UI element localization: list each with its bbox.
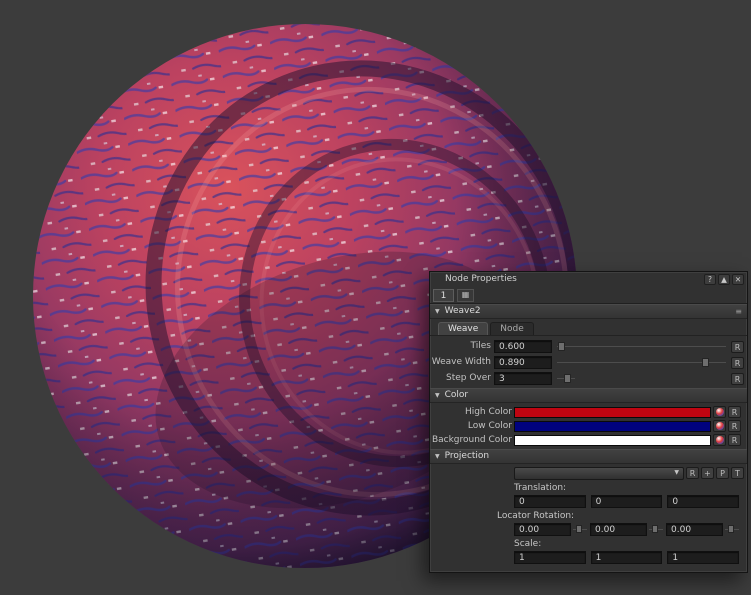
pin-icon[interactable]: ▲ bbox=[718, 274, 730, 285]
weave-width-row: Weave Width 0.890 R bbox=[430, 356, 744, 369]
color-wheel-icon[interactable] bbox=[713, 406, 726, 418]
scale-z-input[interactable]: 1 bbox=[667, 551, 739, 564]
projection-reset-button[interactable]: R bbox=[686, 467, 699, 479]
weave-width-reset-button[interactable]: R bbox=[731, 357, 744, 369]
scale-label-text: Scale: bbox=[514, 540, 541, 549]
color-wheel-glyph bbox=[716, 436, 724, 444]
slider-handle[interactable] bbox=[576, 525, 582, 533]
rotation-y-item: 0.00 bbox=[590, 523, 663, 536]
rotation-z-slider[interactable] bbox=[725, 524, 739, 535]
scale-x-input[interactable]: 1 bbox=[514, 551, 586, 564]
rotation-y-slider[interactable] bbox=[649, 524, 663, 535]
panel-titlebar[interactable]: Node Properties ? ▲ ✕ bbox=[430, 272, 747, 287]
color-wheel-glyph bbox=[716, 422, 724, 430]
slider-handle[interactable] bbox=[558, 342, 565, 351]
step-over-label: Step Over bbox=[430, 374, 491, 383]
background-color-reset-button[interactable]: R bbox=[728, 434, 741, 446]
background-color-swatch[interactable] bbox=[514, 435, 711, 446]
color-wheel-glyph bbox=[716, 408, 724, 416]
projection-dropdown[interactable]: ▼ bbox=[514, 467, 684, 480]
slider-handle[interactable] bbox=[652, 525, 658, 533]
rotation-z-input[interactable]: 0.00 bbox=[666, 523, 723, 536]
color-section-label: Color bbox=[445, 391, 469, 400]
slider-handle[interactable] bbox=[728, 525, 734, 533]
tab-weave[interactable]: Weave bbox=[438, 322, 488, 335]
scale-fields: 1 1 1 bbox=[430, 549, 747, 564]
translation-label-text: Translation: bbox=[514, 484, 566, 493]
panel-tab-1[interactable]: 1 bbox=[433, 289, 454, 302]
step-over-reset-button[interactable]: R bbox=[731, 373, 744, 385]
scale-y-input[interactable]: 1 bbox=[591, 551, 663, 564]
rotation-x-item: 0.00 bbox=[514, 523, 587, 536]
chevron-down-icon: ▼ bbox=[674, 470, 679, 476]
high-color-row: High Color R bbox=[430, 406, 744, 418]
collapse-triangle-icon: ▼ bbox=[435, 309, 440, 315]
help-icon[interactable]: ? bbox=[704, 274, 716, 285]
tiles-slider[interactable] bbox=[555, 340, 728, 353]
translation-z-input[interactable]: 0 bbox=[667, 495, 739, 508]
tiles-input[interactable]: 0.600 bbox=[494, 340, 552, 353]
tiles-row: Tiles 0.600 R bbox=[430, 340, 744, 353]
node-properties-panel: Node Properties ? ▲ ✕ 1 ▦ ▼ Weave2 ≡ Wea… bbox=[429, 271, 748, 573]
app-window: Node Properties ? ▲ ✕ 1 ▦ ▼ Weave2 ≡ Wea… bbox=[0, 0, 751, 595]
locator-rotation-label-text: Locator Rotation: bbox=[497, 512, 574, 521]
rotation-y-input[interactable]: 0.00 bbox=[590, 523, 647, 536]
low-color-reset-button[interactable]: R bbox=[728, 420, 741, 432]
step-over-input[interactable]: 3 bbox=[494, 372, 552, 385]
step-over-row: Step Over 3 R bbox=[430, 372, 744, 385]
locator-rotation-label: Locator Rotation: bbox=[430, 508, 747, 521]
grid-icon: ▦ bbox=[462, 291, 470, 299]
tiles-reset-button[interactable]: R bbox=[731, 341, 744, 353]
collapse-triangle-icon: ▼ bbox=[435, 393, 440, 399]
background-color-label: Background Color bbox=[430, 436, 512, 445]
weave-width-slider[interactable] bbox=[555, 356, 728, 369]
collapse-triangle-icon: ▼ bbox=[435, 454, 440, 460]
low-color-swatch[interactable] bbox=[514, 421, 711, 432]
color-wheel-icon[interactable] bbox=[713, 420, 726, 432]
slider-handle[interactable] bbox=[564, 374, 571, 383]
high-color-reset-button[interactable]: R bbox=[728, 406, 741, 418]
panel-title: Node Properties bbox=[445, 275, 517, 284]
rotation-x-input[interactable]: 0.00 bbox=[514, 523, 571, 536]
translation-label: Translation: bbox=[430, 480, 747, 493]
weave2-section-label: Weave2 bbox=[445, 307, 481, 316]
background-color-row: Background Color R bbox=[430, 434, 744, 446]
rotation-z-item: 0.00 bbox=[666, 523, 739, 536]
weave-width-input[interactable]: 0.890 bbox=[494, 356, 552, 369]
low-color-label: Low Color bbox=[430, 422, 512, 431]
projection-section-label: Projection bbox=[445, 452, 490, 461]
slider-handle[interactable] bbox=[702, 358, 709, 367]
projection-section-header[interactable]: ▼ Projection bbox=[430, 449, 747, 464]
color-section-header[interactable]: ▼ Color bbox=[430, 388, 747, 403]
step-over-slider[interactable] bbox=[555, 372, 577, 385]
panel-list-button[interactable]: ▦ bbox=[457, 289, 474, 302]
rotation-x-slider[interactable] bbox=[573, 524, 587, 535]
tab-node[interactable]: Node bbox=[490, 322, 534, 335]
scale-label: Scale: bbox=[430, 536, 747, 549]
weave-fields: Tiles 0.600 R Weave Width 0.890 R Step O… bbox=[430, 336, 747, 388]
translation-x-input[interactable]: 0 bbox=[514, 495, 586, 508]
low-color-row: Low Color R bbox=[430, 420, 744, 432]
translation-fields: 0 0 0 bbox=[430, 493, 747, 508]
tiles-label: Tiles bbox=[430, 342, 491, 351]
weave-subtabs: Weave Node bbox=[430, 319, 747, 336]
section-menu-icon[interactable]: ≡ bbox=[735, 308, 742, 316]
weave2-section-header[interactable]: ▼ Weave2 ≡ bbox=[430, 304, 747, 319]
projection-add-button[interactable]: + bbox=[701, 467, 714, 479]
panel-tabstrip: 1 ▦ bbox=[430, 287, 747, 304]
weave-width-label: Weave Width bbox=[430, 358, 491, 367]
slider-track bbox=[557, 362, 726, 363]
slider-track bbox=[557, 346, 726, 347]
translation-y-input[interactable]: 0 bbox=[591, 495, 663, 508]
projection-combo-row: ▼ R + P T bbox=[430, 464, 747, 480]
color-wheel-icon[interactable] bbox=[713, 434, 726, 446]
high-color-swatch[interactable] bbox=[514, 407, 711, 418]
color-rows: High Color R Low Color R Background Colo… bbox=[430, 403, 747, 449]
close-icon[interactable]: ✕ bbox=[732, 274, 744, 285]
projection-p-button[interactable]: P bbox=[716, 467, 729, 479]
projection-t-button[interactable]: T bbox=[731, 467, 744, 479]
high-color-label: High Color bbox=[430, 408, 512, 417]
rotation-fields: 0.00 0.00 0.00 bbox=[430, 521, 747, 536]
